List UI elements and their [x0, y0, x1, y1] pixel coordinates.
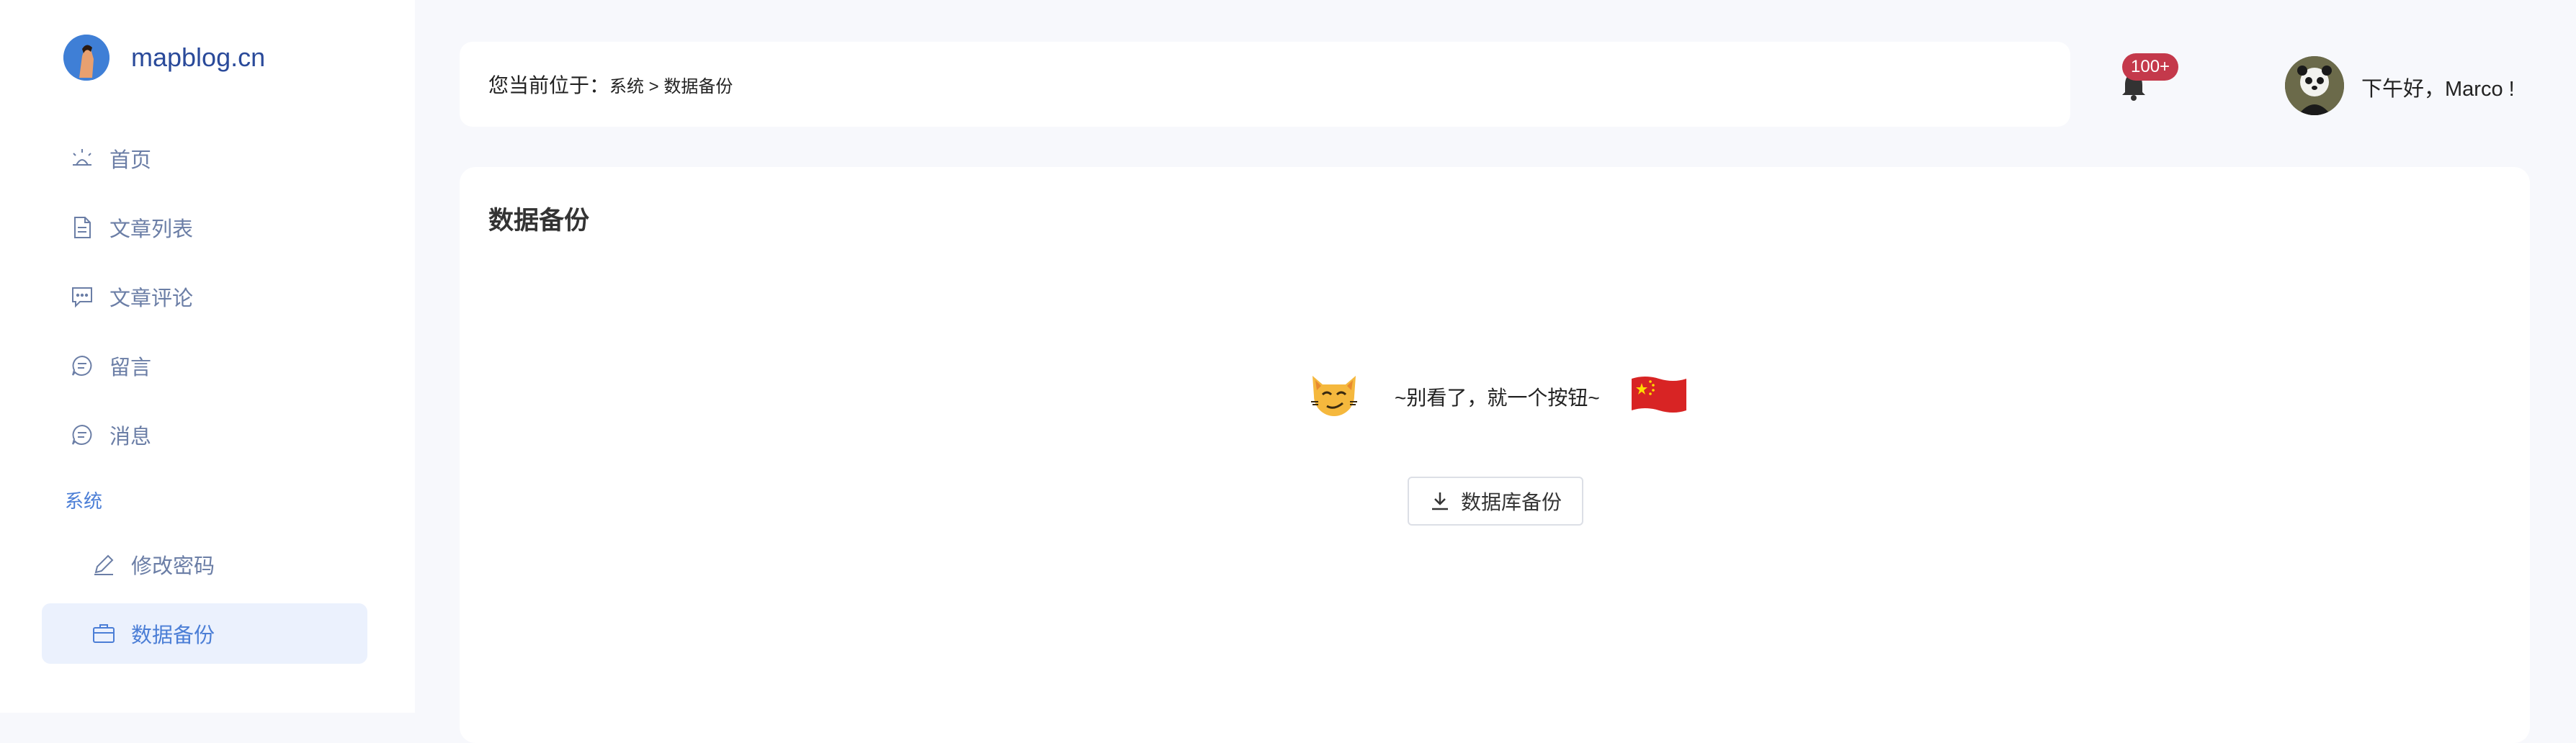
- sunrise-icon: [68, 144, 97, 173]
- edit-pen-icon: [89, 550, 118, 579]
- sidebar-item-label: 消息: [109, 425, 152, 449]
- user-avatar[interactable]: [2285, 56, 2344, 115]
- main-card: 数据备份 ~别看了，就一个按钮~ 数据库备份: [460, 167, 2530, 743]
- breadcrumb-path[interactable]: 系统 > 数据备份: [609, 72, 733, 97]
- sidebar: mapblog.cn 首页 文章列表 文章评论 留言 消息 系统 修改密码 数据…: [0, 0, 415, 713]
- database-backup-button-label: 数据库备份: [1460, 491, 1562, 513]
- message-icon: [68, 420, 97, 449]
- chat-bubble-icon: [68, 351, 97, 380]
- notification-badge: 100+: [2122, 53, 2179, 81]
- sidebar-item-change-password[interactable]: 修改密码: [42, 534, 367, 595]
- logo-avatar: [63, 35, 109, 81]
- sidebar-item-label: 文章列表: [109, 218, 194, 241]
- sidebar-item-label: 文章评论: [109, 287, 194, 310]
- sidebar-item-data-backup[interactable]: 数据备份: [42, 603, 367, 664]
- breadcrumb-prefix: 您当前位于：: [488, 74, 610, 96]
- china-flag-icon: [1630, 373, 1688, 420]
- sidebar-item-comments[interactable]: 文章评论: [42, 266, 367, 327]
- database-backup-button[interactable]: 数据库备份: [1408, 477, 1583, 526]
- sidebar-item-messages[interactable]: 消息: [42, 405, 367, 465]
- sidebar-group-system: 系统: [65, 490, 103, 512]
- briefcase-icon: [89, 619, 118, 648]
- hint-row: ~别看了，就一个按钮~: [1305, 366, 1688, 427]
- document-icon: [68, 213, 97, 242]
- sidebar-item-label: 留言: [109, 356, 152, 379]
- download-icon: [1429, 490, 1451, 512]
- hint-text: ~别看了，就一个按钮~: [1395, 386, 1600, 409]
- breadcrumb: 您当前位于： 系统 > 数据备份: [460, 42, 2070, 127]
- logo[interactable]: mapblog.cn: [63, 35, 265, 81]
- page-title: 数据备份: [488, 207, 590, 235]
- sidebar-item-label: 数据备份: [131, 624, 215, 647]
- sidebar-item-home[interactable]: 首页: [42, 128, 367, 189]
- sidebar-item-guestbook[interactable]: 留言: [42, 336, 367, 396]
- sidebar-item-label: 首页: [109, 149, 152, 172]
- user-greeting: 下午好，Marco !: [2361, 78, 2515, 101]
- logo-text: mapblog.cn: [131, 42, 266, 72]
- cat-emoji-icon: [1305, 366, 1363, 427]
- sidebar-item-label: 修改密码: [131, 555, 215, 578]
- comment-icon: [68, 282, 97, 311]
- sidebar-item-articles[interactable]: 文章列表: [42, 197, 367, 258]
